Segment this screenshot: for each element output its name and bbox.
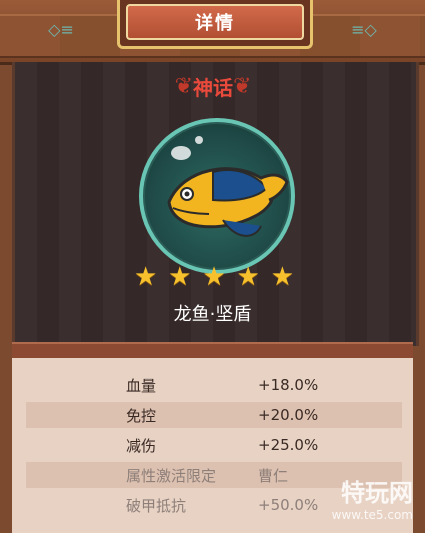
stat-label: 减伤 xyxy=(126,436,157,455)
page-title: 详情 xyxy=(126,4,304,40)
stat-value: +50.0% xyxy=(258,496,319,514)
watermark-text: 特玩网 xyxy=(341,479,413,507)
bubble-highlight xyxy=(171,146,191,160)
arowana-fish-icon xyxy=(167,167,289,237)
stat-label: 血量 xyxy=(126,376,157,395)
header-bar: ◇≡ ≡◇ 详情 xyxy=(0,0,425,65)
star-icon: ★ xyxy=(168,262,192,292)
stat-label: 免控 xyxy=(126,406,157,425)
watermark-url: www.te5.com xyxy=(331,508,413,522)
stat-value: 曹仁 xyxy=(258,466,289,485)
star-rating: ★ ★ ★ ★ ★ xyxy=(134,263,294,291)
star-icon: ★ xyxy=(202,262,226,292)
stat-row: 血量 +18.0% xyxy=(26,372,402,398)
fish-bubble xyxy=(139,118,295,274)
stat-row: 减伤 +25.0% xyxy=(26,432,402,458)
rarity-badge: ❦ 神话 ❦ xyxy=(168,70,258,102)
star-icon: ★ xyxy=(134,262,158,292)
fish-ornament-icon: ◇≡ xyxy=(48,20,74,39)
item-name: 龙鱼·坚盾 xyxy=(173,304,252,325)
detail-window: ◇≡ ≡◇ 详情 ❦ 神话 ❦ ★ ★ ★ ★ ★ 龙鱼·坚盾 血量 +18.0… xyxy=(0,0,425,533)
title-tab: 详情 xyxy=(117,0,313,49)
rarity-label: 神话 xyxy=(193,75,233,100)
stat-value: +20.0% xyxy=(258,406,319,424)
watermark: 特玩网 www.te5.com xyxy=(327,473,413,522)
laurel-icon: ❦ xyxy=(233,73,252,99)
fish-ornament-icon: ≡◇ xyxy=(351,20,377,39)
stat-value: +18.0% xyxy=(258,376,319,394)
star-icon: ★ xyxy=(270,262,294,292)
star-icon: ★ xyxy=(236,262,260,292)
stat-label: 破甲抵抗 xyxy=(126,496,187,515)
bubble-highlight xyxy=(195,136,203,144)
stat-row: 免控 +20.0% xyxy=(26,402,402,428)
laurel-icon: ❦ xyxy=(174,73,193,99)
stat-value: +25.0% xyxy=(258,436,319,454)
stat-label: 属性激活限定 xyxy=(126,466,217,485)
